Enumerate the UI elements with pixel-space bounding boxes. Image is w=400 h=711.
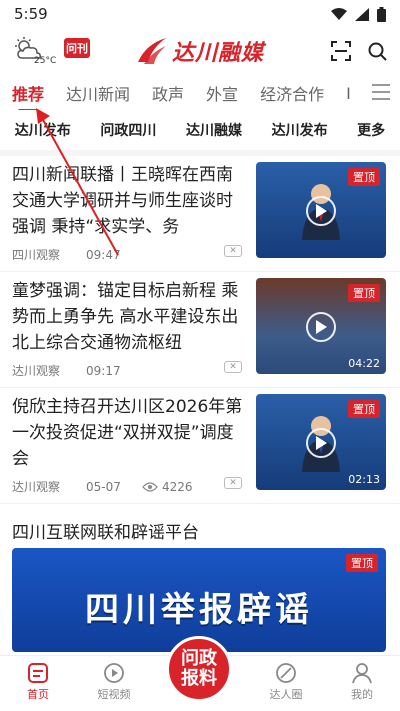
nav-mine[interactable]: 我的 [332,662,392,702]
news-meta: 达川观察 09:17 ✕ [12,361,242,379]
channel-menu-icon[interactable] [372,84,390,100]
pinned-badge: 置顶 [348,168,380,186]
quick-link-wenzheng-sichuan[interactable]: 问政四川 [100,120,156,140]
quick-link-dachuan-media[interactable]: 达川融媒 [186,120,242,140]
nav-talent-label: 达人圈 [269,688,303,701]
tab-recommend[interactable]: 推荐 [12,81,44,110]
dismiss-button[interactable]: ✕ [224,477,242,489]
news-time: 09:47 [86,247,121,262]
weather-widget[interactable]: 25°C [12,36,58,70]
news-time: 05-07 [86,479,121,494]
news-item[interactable]: 四川新闻联播丨王晓晖在西南交通大学调研并与师生座谈时强调 秉持“求实学、务 四川… [0,156,400,272]
home-icon [28,663,48,683]
news-source: 达川观察 [12,480,61,494]
temperature-label: 25°C [34,56,57,66]
news-time: 09:17 [86,363,121,378]
news-meta: 达川观察 05-07 4226 ✕ [12,477,242,495]
signal-icon [355,7,369,21]
logo-text: 达川融媒 [172,41,265,66]
quick-links: 达川发布 问政四川 达川融媒 达川发布 更多 [0,112,400,156]
tab-zhengsheng[interactable]: 政声 [152,81,184,105]
pinned-badge: 置顶 [346,554,378,572]
status-time: 5:59 [14,5,48,23]
play-icon[interactable] [306,312,336,342]
pinned-badge: 置顶 [348,284,380,302]
news-thumbnail[interactable]: 置顶 04:22 [256,278,386,374]
news-thumbnail[interactable]: 置顶 02:13 [256,394,386,490]
tab-dachuan-news[interactable]: 达川新闻 [66,81,130,105]
header-actions [330,40,388,62]
pinned-badge: 置顶 [348,400,380,418]
eye-icon [142,481,158,492]
report-badge-line2: 报料 [181,668,217,689]
wifi-icon [331,7,347,20]
news-feed: 四川新闻联播丨王晓晖在西南交通大学调研并与师生座谈时强调 秉持“求实学、务 四川… [0,156,400,504]
news-source: 达川观察 [12,364,61,378]
bottom-nav: 首页 短视频 问政 报料 达人圈 我的 [0,636,400,711]
section-title: 四川互联网联和辟谣平台 [12,523,199,543]
play-icon[interactable] [306,196,336,226]
app-header: 25°C 问刊 达川融媒 [0,28,400,74]
tab-economy[interactable]: 经济合作 [260,81,324,105]
newspaper-badge[interactable]: 问刊 [64,38,90,58]
video-icon [104,663,124,683]
nav-short-video-label: 短视频 [97,688,131,701]
battery-icon [377,6,386,22]
app-logo: 达川融媒 [136,34,264,68]
news-title: 童梦强调：锚定目标启新程 乘势而上勇争先 高水平建设东出北上综合交通物流枢纽 [12,281,239,353]
tab-partial[interactable]: I [346,84,351,103]
scan-icon [331,41,351,61]
nav-home-label: 首页 [27,688,49,701]
compass-icon [276,663,296,683]
banner-text: 四川举报辟谣 [85,590,313,630]
search-button[interactable] [366,40,388,62]
nav-short-video[interactable]: 短视频 [84,662,144,702]
report-badge[interactable]: 问政 报料 [166,636,232,702]
video-duration: 04:22 [348,357,380,370]
news-title: 倪欣主持召开达川区2026年第一次投资促进“双拼双提”调度会 [12,397,243,469]
video-duration: 02:13 [348,473,380,486]
tab-waixuan[interactable]: 外宣 [206,81,238,105]
news-meta: 四川观察 09:47 ✕ [12,245,242,263]
nav-home[interactable]: 首页 [8,662,68,702]
news-thumbnail[interactable]: 置顶 [256,162,386,258]
play-icon[interactable] [306,428,336,458]
search-icon [368,42,387,61]
news-item[interactable]: 倪欣主持召开达川区2026年第一次投资促进“双拼双提”调度会 达川观察 05-0… [0,388,400,504]
nav-mine-label: 我的 [351,688,373,701]
status-bar: 5:59 [0,0,400,28]
quick-link-more[interactable]: 更多 [357,120,385,140]
quick-link-dachuan-release[interactable]: 达川发布 [15,120,71,140]
status-icons [331,6,386,22]
logo-mark-icon [138,38,166,64]
news-source: 四川观察 [12,248,61,262]
news-item[interactable]: 童梦强调：锚定目标启新程 乘势而上勇争先 高水平建设东出北上综合交通物流枢纽 达… [0,272,400,388]
report-badge-line1: 问政 [181,648,217,669]
dismiss-button[interactable]: ✕ [224,361,242,373]
view-count: 4226 [142,480,193,494]
dismiss-button[interactable]: ✕ [224,245,242,257]
channel-tabs: 推荐 达川新闻 政声 外宣 经济合作 I [0,76,400,110]
nav-talent[interactable]: 达人圈 [256,662,316,702]
user-icon [352,663,372,684]
scan-button[interactable] [330,40,352,62]
view-count-value: 4226 [162,479,193,494]
news-title: 四川新闻联播丨王晓晖在西南交通大学调研并与师生座谈时强调 秉持“求实学、务 [12,165,233,237]
quick-link-dachuan-release-2[interactable]: 达川发布 [272,120,328,140]
